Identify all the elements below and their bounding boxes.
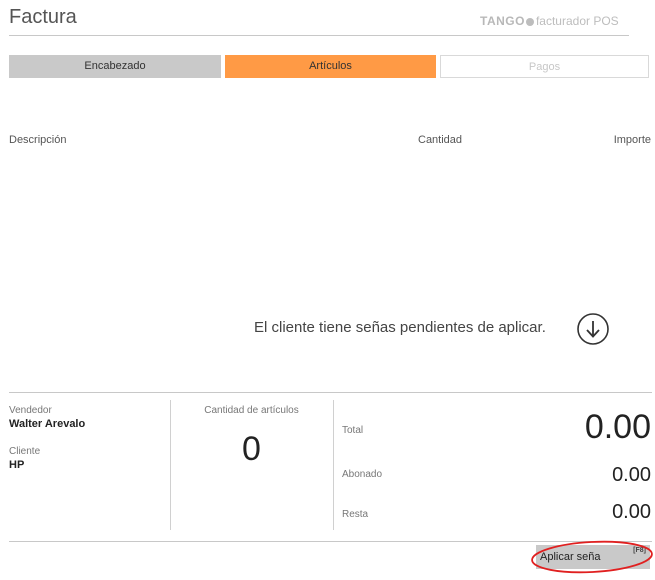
remaining-value: 0.00 [612, 501, 651, 523]
page-title: Factura [9, 6, 77, 28]
total-value: 0.00 [584, 408, 651, 446]
column-header-amount: Importe [613, 134, 651, 146]
arrow-down-circle-icon[interactable] [576, 312, 610, 351]
title-divider [9, 35, 629, 36]
brand-logo: TANGO facturador POS [480, 14, 619, 28]
remaining-label: Resta [342, 509, 369, 520]
brand-product-name: facturador POS [535, 14, 619, 28]
pending-deposits-notice: El cliente tiene señas pendientes de apl… [254, 319, 546, 336]
column-header-description: Descripción [9, 134, 67, 146]
seller-label: Vendedor [9, 405, 52, 416]
paid-value: 0.00 [612, 464, 651, 486]
tab-encabezado[interactable]: Encabezado [9, 55, 221, 78]
column-header-quantity: Cantidad [418, 134, 463, 146]
brand-logo-wordmark: TANGO [480, 14, 525, 28]
highlight-ellipse [529, 539, 655, 580]
item-count-value: 0 [242, 430, 261, 468]
client-value: HP [9, 459, 25, 471]
paid-label: Abonado [342, 469, 383, 480]
brand-dot-icon [525, 17, 534, 26]
column-separator [333, 400, 334, 530]
seller-value: Walter Arevalo [9, 418, 86, 430]
client-label: Cliente [9, 446, 41, 457]
tab-pagos: Pagos [440, 55, 649, 78]
summary-divider [9, 392, 652, 393]
item-count-label: Cantidad de artículos [204, 405, 299, 416]
total-label: Total [342, 425, 364, 436]
tab-articulos[interactable]: Artículos [225, 55, 436, 78]
